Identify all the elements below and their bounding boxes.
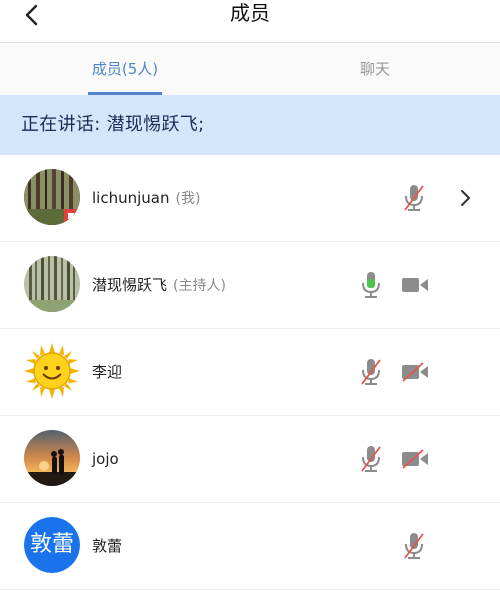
avatar: [24, 343, 80, 399]
page-title: 成员: [230, 1, 270, 25]
avatar: 敦蕾: [24, 517, 80, 573]
top-bar: 成员: [0, 0, 500, 43]
member-name-text: 敦蕾: [92, 537, 123, 555]
member-name: lichunjuan (我): [92, 155, 200, 242]
tab-chat[interactable]: 聊天: [250, 43, 500, 95]
member-row[interactable]: 敦蕾 敦蕾: [0, 503, 500, 590]
camera-on-icon[interactable]: [401, 275, 429, 295]
member-name: jojo: [92, 416, 119, 502]
mic-muted-icon[interactable]: [359, 444, 383, 474]
member-name-text: 李迎: [92, 363, 123, 381]
avatar: [24, 430, 80, 486]
member-name-text: 潜现惕跃飞: [92, 276, 168, 294]
member-role: (我): [175, 191, 201, 207]
camera-off-icon[interactable]: [401, 362, 429, 382]
tab-members[interactable]: 成员(5人): [0, 43, 250, 95]
tab-bar: 成员(5人) 聊天: [0, 43, 500, 95]
member-row[interactable]: jojo: [0, 416, 500, 503]
tab-members-label: 成员(5人): [91, 60, 159, 78]
member-row[interactable]: lichunjuan (我): [0, 155, 500, 242]
member-name: 潜现惕跃飞 (主持人): [92, 242, 226, 329]
member-name-text: jojo: [92, 450, 119, 468]
mic-muted-icon[interactable]: [359, 357, 383, 387]
chevron-right-icon[interactable]: [458, 188, 472, 208]
camera-off-icon[interactable]: [401, 449, 429, 469]
member-row[interactable]: 潜现惕跃飞 (主持人): [0, 242, 500, 329]
member-row[interactable]: 李迎: [0, 329, 500, 416]
current-speaker-banner: 正在讲话: 潜现惕跃飞;: [0, 95, 500, 155]
mic-muted-icon[interactable]: [402, 183, 426, 213]
tab-chat-label: 聊天: [359, 60, 390, 78]
mic-active-icon[interactable]: [359, 270, 383, 300]
member-list: lichunjuan (我) 潜现惕跃飞 (主持人) 李迎 jojo 敦蕾 敦蕾: [0, 155, 500, 590]
avatar: [24, 256, 80, 312]
member-name: 敦蕾: [92, 503, 122, 589]
member-name: 李迎: [92, 329, 122, 415]
current-speaker-text: 正在讲话: 潜现惕跃飞;: [21, 114, 205, 135]
avatar: [24, 169, 80, 225]
mic-muted-icon[interactable]: [402, 531, 426, 561]
member-role: (主持人): [173, 278, 226, 294]
avatar-initials: 敦蕾: [24, 517, 80, 573]
member-name-text: lichunjuan: [92, 189, 170, 207]
